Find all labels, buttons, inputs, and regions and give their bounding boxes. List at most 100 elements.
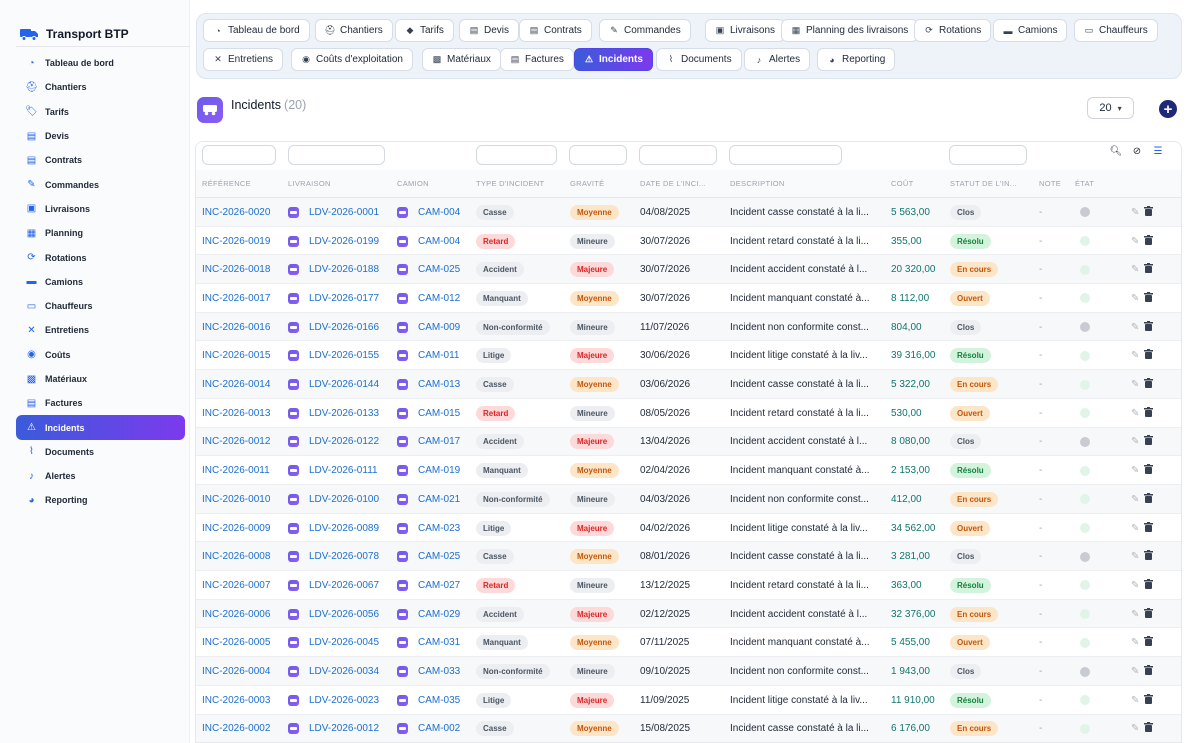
- delete-icon[interactable]: [1144, 464, 1154, 477]
- sidebar-item-commandes[interactable]: ✎ Commandes: [16, 172, 185, 196]
- camion-link[interactable]: CAM-004: [418, 236, 460, 247]
- livraison-link[interactable]: LDV-2026-0089: [309, 523, 379, 534]
- reference-link[interactable]: INC-2026-0010: [202, 494, 270, 505]
- reference-link[interactable]: INC-2026-0014: [202, 379, 270, 390]
- table-row[interactable]: INC-2026-0005 LDV-2026-0045 CAM-031 Manquan…: [196, 628, 1181, 658]
- table-row[interactable]: INC-2026-0013 LDV-2026-0133 CAM-015 Retard M…: [196, 398, 1181, 428]
- sidebar-item-livraisons[interactable]: ▣ Livraisons: [16, 197, 185, 221]
- reference-link[interactable]: INC-2026-0017: [202, 293, 270, 304]
- sidebar-item-chauffeurs[interactable]: ▭ Chauffeurs: [16, 294, 185, 318]
- table-row[interactable]: INC-2026-0016 LDV-2026-0166 CAM-009 Non-con…: [196, 312, 1181, 342]
- edit-icon[interactable]: ✎: [1131, 723, 1139, 734]
- sidebar-item-alertes[interactable]: ♪ Alertes: [16, 464, 185, 488]
- reference-link[interactable]: INC-2026-0013: [202, 408, 270, 419]
- edit-icon[interactable]: ✎: [1131, 322, 1139, 333]
- livraison-link[interactable]: LDV-2026-0100: [309, 494, 379, 505]
- edit-icon[interactable]: ✎: [1131, 465, 1139, 476]
- delete-icon[interactable]: [1144, 349, 1154, 362]
- column-header[interactable]: STATUT DE L'IN...: [950, 179, 1017, 188]
- livraison-link[interactable]: LDV-2026-0045: [309, 637, 379, 648]
- table-row[interactable]: INC-2026-0019 LDV-2026-0199 CAM-004 Retard M…: [196, 226, 1181, 256]
- list-view-icon[interactable]: ☰: [1151, 146, 1165, 157]
- camion-link[interactable]: CAM-021: [418, 494, 460, 505]
- clear-filter-icon[interactable]: ⊘: [1130, 146, 1144, 157]
- delete-icon[interactable]: [1144, 406, 1154, 420]
- edit-icon[interactable]: ✎: [1131, 264, 1139, 275]
- delete-icon[interactable]: [1144, 607, 1154, 621]
- column-header[interactable]: LIVRAISON: [288, 179, 331, 188]
- column-header[interactable]: NOTE: [1039, 179, 1061, 188]
- tab-incidents[interactable]: ⚠ Incidents: [574, 48, 653, 71]
- tab-chauffeurs[interactable]: ▭ Chauffeurs: [1074, 19, 1158, 42]
- reference-link[interactable]: INC-2026-0011: [202, 465, 270, 476]
- reference-link[interactable]: INC-2026-0006: [202, 609, 270, 620]
- filter-date-input[interactable]: [639, 145, 717, 165]
- reference-link[interactable]: INC-2026-0020: [202, 207, 270, 218]
- tab-factures[interactable]: ▤ Factures: [500, 48, 574, 71]
- table-row[interactable]: INC-2026-0009 LDV-2026-0089 CAM-023 Litige M…: [196, 513, 1181, 543]
- table-row[interactable]: INC-2026-0004 LDV-2026-0034 CAM-033 Non-con…: [196, 657, 1181, 686]
- sidebar-item-planning[interactable]: ▦ Planning: [16, 221, 185, 245]
- search-icon[interactable]: 🔍︎: [1109, 146, 1123, 157]
- camion-link[interactable]: CAM-019: [418, 465, 460, 476]
- sidebar-item-tarifs[interactable]: 🏷 Tarifs: [16, 100, 185, 124]
- edit-icon[interactable]: ✎: [1131, 236, 1139, 247]
- table-row[interactable]: INC-2026-0003 LDV-2026-0023 CAM-035 Litige M…: [196, 685, 1181, 715]
- filter-type-input[interactable]: [476, 145, 557, 165]
- edit-icon[interactable]: ✎: [1131, 494, 1139, 505]
- delete-icon[interactable]: [1144, 492, 1154, 506]
- camion-link[interactable]: CAM-011: [418, 350, 460, 361]
- edit-icon[interactable]: ✎: [1131, 551, 1139, 562]
- filter-reference-input[interactable]: [202, 145, 276, 165]
- column-header[interactable]: TYPE D'INCIDENT: [476, 179, 544, 188]
- tab-entretiens[interactable]: ✕ Entretiens: [203, 48, 284, 71]
- column-header[interactable]: DATE DE L'INCI...: [640, 179, 706, 188]
- filter-livraison-input[interactable]: [288, 145, 385, 165]
- tab-mat-riaux[interactable]: ▩ Matériaux: [422, 48, 501, 71]
- edit-icon[interactable]: ✎: [1131, 207, 1139, 218]
- delete-icon[interactable]: [1144, 665, 1154, 678]
- reference-link[interactable]: INC-2026-0005: [202, 637, 270, 648]
- tab-livraisons[interactable]: ▣ Livraisons: [705, 19, 786, 42]
- reference-link[interactable]: INC-2026-0012: [202, 436, 270, 447]
- column-header[interactable]: DESCRIPTION: [730, 179, 785, 188]
- delete-icon[interactable]: [1144, 521, 1154, 535]
- edit-icon[interactable]: ✎: [1131, 523, 1139, 534]
- livraison-link[interactable]: LDV-2026-0034: [309, 666, 379, 677]
- table-row[interactable]: INC-2026-0002 LDV-2026-0012 CAM-002 Casse Mo…: [196, 714, 1181, 742]
- edit-icon[interactable]: ✎: [1131, 666, 1139, 677]
- tab-rotations[interactable]: ⟳ Rotations: [914, 19, 992, 42]
- sidebar-item-documents[interactable]: ⌇ Documents: [16, 440, 185, 464]
- camion-link[interactable]: CAM-035: [418, 695, 460, 706]
- table-row[interactable]: INC-2026-0011 LDV-2026-0111 CAM-019 Manquan…: [196, 456, 1181, 485]
- camion-link[interactable]: CAM-009: [418, 322, 460, 333]
- tab-tarifs[interactable]: ◆ Tarifs: [395, 19, 454, 42]
- camion-link[interactable]: CAM-029: [418, 609, 460, 620]
- camion-link[interactable]: CAM-017: [418, 436, 460, 447]
- edit-icon[interactable]: ✎: [1131, 350, 1139, 361]
- delete-icon[interactable]: [1144, 320, 1154, 334]
- column-header[interactable]: GRAVITÉ: [570, 179, 604, 188]
- filter-description-input[interactable]: [729, 145, 842, 165]
- reference-link[interactable]: INC-2026-0016: [202, 322, 270, 333]
- camion-link[interactable]: CAM-023: [418, 523, 460, 534]
- livraison-link[interactable]: LDV-2026-0078: [309, 551, 379, 562]
- column-header[interactable]: COÛT: [891, 179, 913, 188]
- reference-link[interactable]: INC-2026-0002: [202, 723, 270, 734]
- table-row[interactable]: INC-2026-0018 LDV-2026-0188 CAM-025 Acciden…: [196, 255, 1181, 285]
- filter-statut-input[interactable]: [949, 145, 1027, 165]
- camion-link[interactable]: CAM-002: [418, 723, 460, 734]
- brand[interactable]: Transport BTP: [0, 0, 189, 46]
- sidebar-item-tableau-de-bord[interactable]: ◔ Tableau de bord: [16, 51, 185, 75]
- camion-link[interactable]: CAM-031: [418, 637, 460, 648]
- camion-link[interactable]: CAM-025: [418, 551, 460, 562]
- sidebar-item-mat-riaux[interactable]: ▩ Matériaux: [16, 367, 185, 391]
- tab-planning-des-livraisons[interactable]: ▦ Planning des livraisons: [781, 19, 919, 42]
- table-row[interactable]: INC-2026-0015 LDV-2026-0155 CAM-011 Litige M…: [196, 341, 1181, 371]
- delete-icon[interactable]: [1144, 234, 1154, 248]
- delete-icon[interactable]: [1144, 636, 1154, 649]
- livraison-link[interactable]: LDV-2026-0023: [309, 695, 379, 706]
- table-row[interactable]: INC-2026-0012 LDV-2026-0122 CAM-017 Acciden…: [196, 427, 1181, 457]
- tab-co-ts-d-exploitation[interactable]: ◉ Coûts d'exploitation: [291, 48, 413, 71]
- edit-icon[interactable]: ✎: [1131, 379, 1139, 390]
